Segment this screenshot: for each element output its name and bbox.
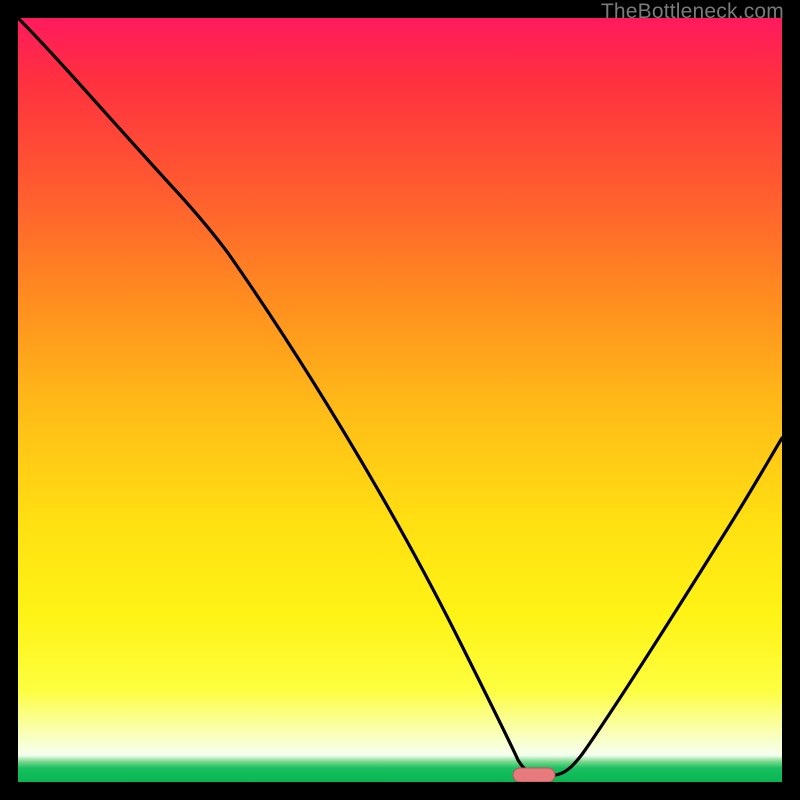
bottleneck-curve — [18, 18, 782, 775]
optimal-range-marker — [513, 768, 555, 782]
chart-frame: TheBottleneck.com — [0, 0, 800, 800]
watermark-text: TheBottleneck.com — [601, 0, 784, 24]
plot-area — [18, 18, 782, 782]
curve-layer — [18, 18, 782, 782]
